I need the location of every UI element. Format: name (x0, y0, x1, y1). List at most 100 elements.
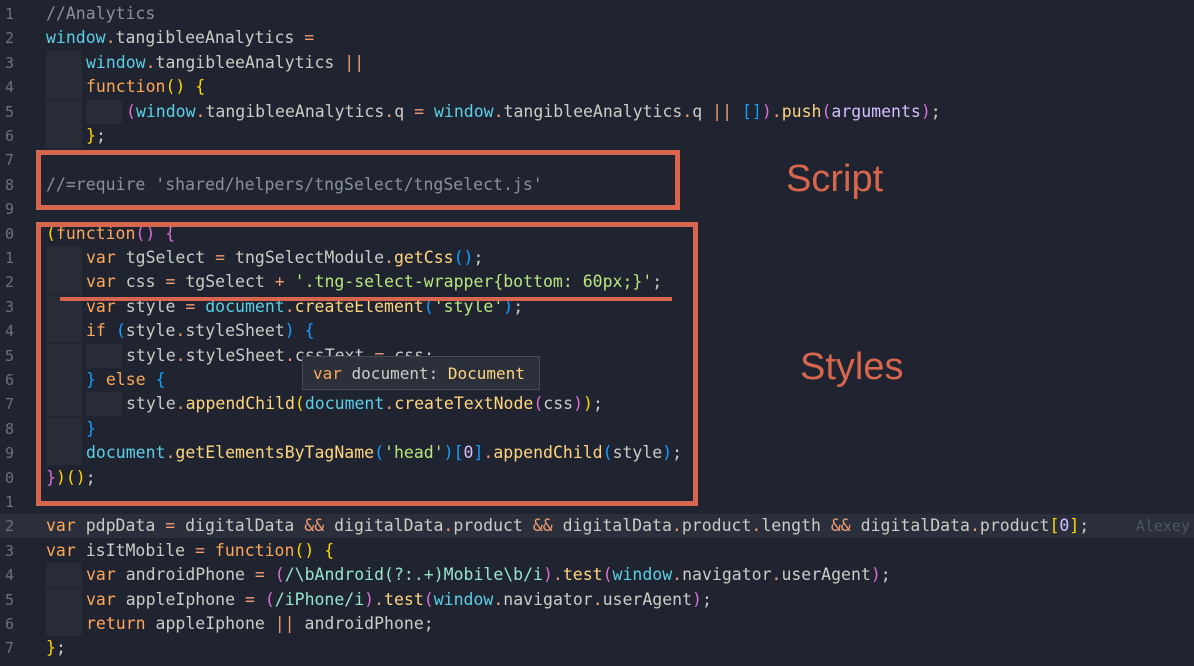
code-token: test (384, 589, 424, 609)
code-token: return (86, 614, 146, 633)
code-token: ( (423, 589, 434, 609)
code-text: (window.tangibleeAnalytics.q = window.ta… (126, 100, 941, 124)
code-line[interactable]: 6 return appleIphone || androidPhone; (0, 612, 1194, 636)
code-token: . (105, 28, 116, 48)
code-token: //Analytics (46, 4, 156, 23)
code-line[interactable]: 6}; (0, 124, 1194, 148)
code-line[interactable]: 2 window.tangibleeAnalytics = (0, 26, 1194, 50)
line-number: 6 (4, 371, 14, 389)
code-line[interactable]: 5 var appleIphone = (/iPhone/i).test(wind… (0, 587, 1194, 612)
line-number: 1 (4, 5, 14, 23)
code-token: = (414, 101, 425, 121)
code-token: pdpData (75, 516, 166, 536)
line-number: 9 (4, 444, 14, 463)
code-token: ( (126, 101, 136, 121)
code-token: tangibleeAnalytics (155, 52, 345, 72)
code-token: androidPhone (115, 565, 255, 585)
code-token: . (771, 565, 782, 585)
code-token: digitalData (552, 516, 672, 536)
code-token: ; (423, 614, 434, 633)
code-line[interactable]: 1 //Analytics (0, 2, 1194, 26)
indent-guide (46, 50, 82, 75)
code-token: [] (741, 101, 762, 121)
code-token: . (493, 101, 504, 121)
code-token: = (244, 589, 255, 609)
code-token: /\bAndroid(?:.+)Mobile\b/i (284, 565, 543, 585)
code-token: ) (761, 101, 772, 121)
code-token: . (771, 101, 782, 121)
line-number: 3 (4, 297, 14, 316)
line-number: 8 (4, 419, 14, 438)
code-token: androidPhone (294, 614, 424, 633)
line-number: 2 (4, 29, 14, 48)
code-line[interactable]: 4 function() { (0, 75, 1194, 100)
indent-guide (46, 563, 82, 588)
code-token: /iPhone/i (274, 589, 365, 609)
code-token: ; (95, 126, 106, 145)
code-token: . (672, 565, 683, 585)
line-number: 8 (4, 175, 14, 194)
code-token: var (86, 565, 116, 585)
code-token: ( (274, 565, 285, 585)
code-line[interactable]: 3 window.tangibleeAnalytics || (0, 50, 1194, 75)
line-number: 4 (4, 78, 14, 97)
script-annotation-label: Script (786, 158, 884, 200)
code-token: digitalData (324, 516, 444, 536)
code-token: userAgent (781, 565, 871, 585)
line-number: 9 (4, 200, 14, 219)
line-number: 4 (4, 566, 14, 585)
code-token: product (681, 516, 752, 536)
code-text: window.tangibleeAnalytics = (46, 26, 314, 50)
code-token: userAgent (602, 589, 693, 609)
code-token: || (344, 52, 365, 72)
line-number: 1 (4, 249, 14, 267)
code-text: }; (46, 636, 66, 660)
line-number: 3 (4, 541, 14, 560)
indent-guide (46, 612, 82, 636)
code-token: ; (1079, 516, 1090, 536)
code-token: ; (930, 101, 941, 121)
code-token: function (214, 540, 295, 560)
indent-guide (46, 75, 82, 100)
code-token: . (443, 516, 454, 536)
line-number: 7 (4, 151, 14, 170)
code-token: () (165, 77, 196, 97)
code-line[interactable]: 4 var androidPhone = (/\bAndroid(?:.+)Mob… (0, 563, 1194, 588)
code-text: return appleIphone || androidPhone; (86, 612, 434, 636)
code-token: ; (880, 565, 891, 585)
code-token: . (493, 589, 504, 609)
code-token: navigator (682, 565, 772, 585)
code-line[interactable]: 5 (window.tangibleeAnalytics.q = window.t… (0, 99, 1194, 124)
code-token: length (761, 516, 831, 536)
line-number: 5 (4, 590, 14, 609)
code-token: window (46, 28, 106, 48)
tooltip-keyword: var (313, 364, 342, 383)
code-token: || (274, 614, 295, 633)
code-token: . (145, 52, 156, 72)
code-token: window (433, 101, 494, 121)
code-token: = (165, 516, 176, 536)
code-token: () (294, 540, 325, 560)
code-text: var isItMobile = function() { (46, 539, 334, 563)
code-line[interactable]: 2 var pdpData = digitalData && digitalDat… (0, 514, 1194, 539)
styles-annotation-label: Styles (800, 346, 904, 388)
line-number: 7 (4, 639, 14, 658)
code-token: arguments (831, 101, 921, 121)
line-number: 3 (4, 53, 14, 72)
code-token: var (46, 540, 76, 560)
code-line[interactable]: 7}; (0, 636, 1194, 660)
code-token: { (324, 540, 335, 560)
code-token: window (612, 565, 673, 585)
code-token: var (86, 589, 116, 609)
code-line[interactable]: 3 var isItMobile = function() { (0, 539, 1194, 563)
code-token: } (86, 126, 96, 145)
code-token: digitalData (175, 516, 305, 536)
code-token: var (46, 516, 76, 536)
code-token: || (712, 101, 733, 121)
code-token: window (433, 589, 494, 609)
code-token: && (304, 516, 325, 536)
code-token: q (394, 101, 415, 121)
